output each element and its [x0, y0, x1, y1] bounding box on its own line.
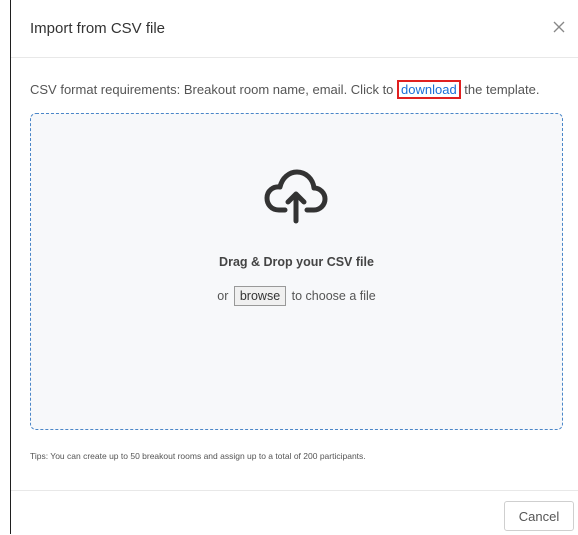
tips-text: Tips: You can create up to 50 breakout r…: [30, 451, 366, 461]
requirements-prefix: CSV format requirements: Breakout room n…: [30, 82, 398, 97]
import-csv-dialog: Import from CSV file CSV format requirem…: [10, 0, 578, 534]
dialog-title: Import from CSV file: [30, 20, 166, 37]
csv-dropzone[interactable]: Drag & Drop your CSV file or browse to c…: [30, 113, 563, 430]
close-icon[interactable]: [550, 18, 568, 36]
choose-file-label: to choose a file: [291, 289, 376, 303]
download-template-link[interactable]: download: [397, 80, 461, 99]
dialog-footer: Cancel: [11, 490, 578, 535]
or-label: or: [217, 289, 229, 303]
cloud-upload-icon: [263, 166, 329, 226]
dropzone-heading: Drag & Drop your CSV file: [219, 255, 374, 269]
cancel-button[interactable]: Cancel: [504, 501, 574, 531]
csv-requirements-text: CSV format requirements: Breakout room n…: [30, 80, 540, 99]
dialog-header: Import from CSV file: [11, 0, 578, 58]
browse-button[interactable]: browse: [233, 286, 287, 306]
requirements-suffix: the template.: [460, 82, 540, 97]
browse-row: or browse to choose a file: [31, 286, 562, 306]
